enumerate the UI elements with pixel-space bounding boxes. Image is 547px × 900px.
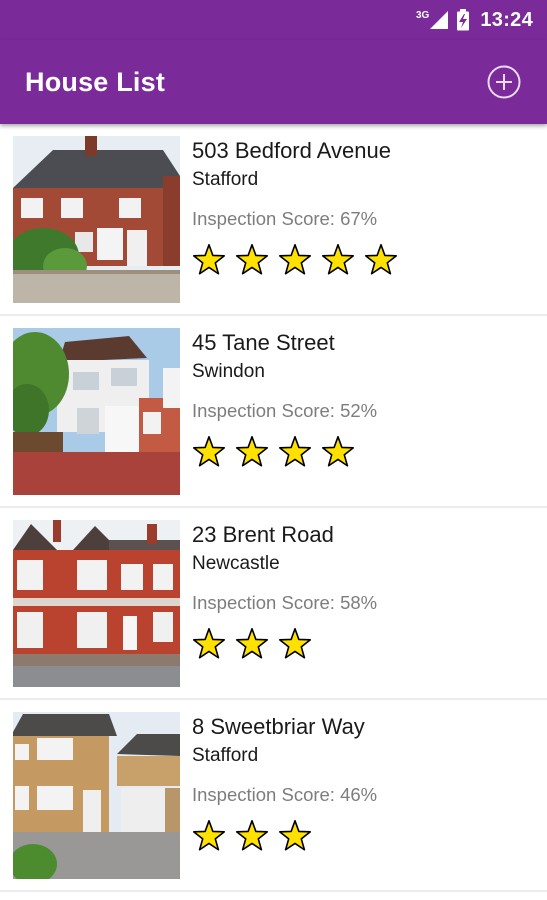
house-list-item[interactable]: 8 Sweetbriar Way Stafford Inspection Sco… [0, 700, 547, 892]
house-list-item[interactable]: 23 Brent Road Newcastle Inspection Score… [0, 508, 547, 700]
house-list: 503 Bedford Avenue Stafford Inspection S… [0, 124, 547, 892]
inspection-score: Inspection Score: 52% [192, 399, 539, 423]
house-address: 23 Brent Road [192, 522, 334, 547]
star-icon [192, 435, 226, 467]
house-photo [13, 136, 180, 303]
star-rating [192, 819, 539, 859]
star-icon [192, 819, 226, 851]
star-icon [192, 243, 226, 275]
score-value: 46% [340, 784, 378, 805]
app-bar: House List [0, 40, 547, 124]
star-icon [278, 627, 312, 659]
house-list-item[interactable]: 503 Bedford Avenue Stafford Inspection S… [0, 124, 547, 316]
house-city: Stafford [192, 745, 259, 766]
star-rating [192, 627, 539, 667]
house-list-item[interactable]: 45 Tane Street Swindon Inspection Score:… [0, 316, 547, 508]
network-type-label: 3G [416, 10, 430, 21]
add-circle-icon [487, 65, 521, 99]
score-value: 52% [340, 400, 378, 421]
score-label: Inspection Score: [192, 784, 335, 805]
score-label: Inspection Score: [192, 208, 335, 229]
inspection-score: Inspection Score: 46% [192, 783, 539, 807]
house-photo [13, 712, 180, 879]
star-icon [364, 243, 398, 275]
house-city: Newcastle [192, 553, 280, 574]
score-value: 58% [340, 592, 378, 613]
star-icon [235, 819, 269, 851]
house-address: 45 Tane Street [192, 330, 335, 355]
star-icon [278, 819, 312, 851]
star-rating [192, 243, 539, 283]
score-value: 67% [340, 208, 378, 229]
status-bar: 3G 13:24 [0, 0, 547, 40]
star-icon [278, 243, 312, 275]
score-label: Inspection Score: [192, 400, 335, 421]
house-city: Stafford [192, 169, 259, 190]
house-photo [13, 328, 180, 495]
star-icon [235, 627, 269, 659]
star-rating [192, 435, 539, 475]
star-icon [321, 435, 355, 467]
signal-icon [430, 11, 449, 29]
star-icon [321, 243, 355, 275]
score-label: Inspection Score: [192, 592, 335, 613]
house-address: 503 Bedford Avenue [192, 138, 391, 163]
house-city: Swindon [192, 361, 265, 382]
house-photo [13, 520, 180, 687]
star-icon [192, 627, 226, 659]
page-title: House List [25, 66, 166, 97]
signal-indicator: 3G [416, 10, 449, 29]
clock: 13:24 [480, 8, 533, 31]
add-house-button[interactable] [486, 64, 522, 100]
inspection-score: Inspection Score: 67% [192, 207, 539, 231]
inspection-score: Inspection Score: 58% [192, 591, 539, 615]
star-icon [278, 435, 312, 467]
star-icon [235, 435, 269, 467]
battery-icon [456, 9, 470, 31]
house-address: 8 Sweetbriar Way [192, 714, 365, 739]
star-icon [235, 243, 269, 275]
